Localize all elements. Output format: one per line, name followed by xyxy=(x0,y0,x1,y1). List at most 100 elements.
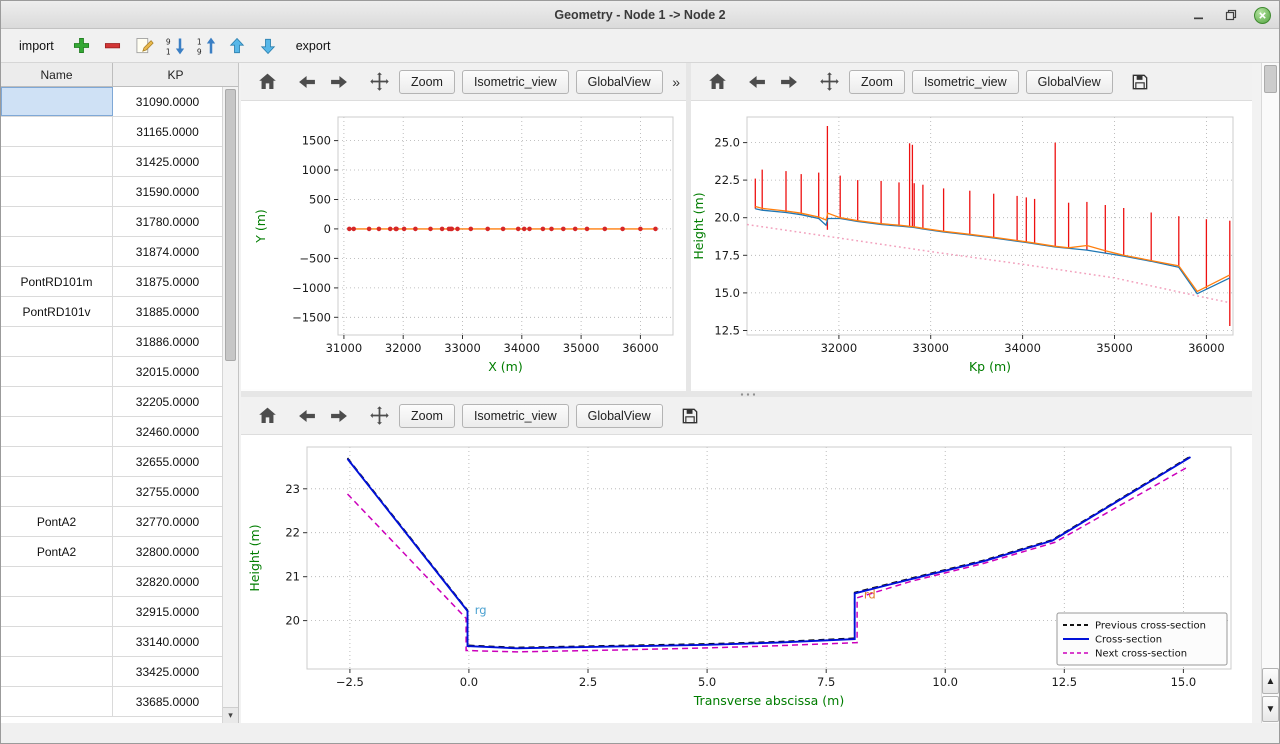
zoom-button[interactable]: Zoom xyxy=(399,70,455,94)
section-kp-cell[interactable]: 31425.0000 xyxy=(113,147,222,176)
global-view-button[interactable]: GlobalView xyxy=(576,404,663,428)
restore-button[interactable] xyxy=(1222,6,1240,24)
section-name-cell[interactable] xyxy=(1,387,113,416)
window-scrollbar-thumb[interactable] xyxy=(1264,65,1277,93)
table-row[interactable]: 32755.0000 xyxy=(1,477,222,507)
close-button[interactable] xyxy=(1254,7,1271,24)
section-kp-cell[interactable]: 32820.0000 xyxy=(113,567,222,596)
add-icon[interactable] xyxy=(71,35,93,57)
section-kp-cell[interactable]: 32015.0000 xyxy=(113,357,222,386)
table-row[interactable]: 33140.0000 xyxy=(1,627,222,657)
pan-icon[interactable] xyxy=(367,70,391,94)
section-kp-cell[interactable]: 33425.0000 xyxy=(113,657,222,686)
table-row[interactable]: 31886.0000 xyxy=(1,327,222,357)
table-row[interactable]: 33685.0000 xyxy=(1,687,222,717)
section-kp-cell[interactable]: 32205.0000 xyxy=(113,387,222,416)
move-down-icon[interactable] xyxy=(257,35,279,57)
table-row[interactable]: 32655.0000 xyxy=(1,447,222,477)
pan-icon[interactable] xyxy=(817,70,841,94)
zoom-button[interactable]: Zoom xyxy=(849,70,905,94)
zoom-button[interactable]: Zoom xyxy=(399,404,455,428)
scroll-up-button[interactable]: ▲ xyxy=(1262,668,1279,694)
forward-icon[interactable] xyxy=(327,70,351,94)
section-name-cell[interactable]: PontRD101m xyxy=(1,267,113,296)
section-kp-cell[interactable]: 31780.0000 xyxy=(113,207,222,236)
plan-chart[interactable]: 310003200033000340003500036000−1500−1000… xyxy=(241,101,686,389)
section-name-cell[interactable] xyxy=(1,87,113,116)
table-row[interactable]: 31780.0000 xyxy=(1,207,222,237)
section-name-cell[interactable] xyxy=(1,657,113,686)
table-row[interactable]: 32205.0000 xyxy=(1,387,222,417)
table-row[interactable]: PontRD101m31875.0000 xyxy=(1,267,222,297)
table-row[interactable]: 31165.0000 xyxy=(1,117,222,147)
section-name-cell[interactable]: PontRD101v xyxy=(1,297,113,326)
table-scrollbar[interactable]: ▾ xyxy=(222,87,238,723)
toolbar-overflow-chevron[interactable]: » xyxy=(672,74,680,90)
section-kp-cell[interactable]: 31885.0000 xyxy=(113,297,222,326)
table-row[interactable]: PontA232800.0000 xyxy=(1,537,222,567)
table-row[interactable]: 31425.0000 xyxy=(1,147,222,177)
section-kp-cell[interactable]: 32655.0000 xyxy=(113,447,222,476)
section-name-cell[interactable] xyxy=(1,627,113,656)
home-icon[interactable] xyxy=(705,70,729,94)
section-kp-cell[interactable]: 32460.0000 xyxy=(113,417,222,446)
section-name-cell[interactable] xyxy=(1,417,113,446)
section-kp-cell[interactable]: 31090.0000 xyxy=(113,87,222,116)
section-name-cell[interactable] xyxy=(1,327,113,356)
section-kp-cell[interactable]: 31886.0000 xyxy=(113,327,222,356)
section-name-cell[interactable] xyxy=(1,177,113,206)
titlebar[interactable]: Geometry - Node 1 -> Node 2 xyxy=(1,1,1279,29)
back-icon[interactable] xyxy=(745,70,769,94)
scroll-down-button[interactable]: ▼ xyxy=(1262,696,1279,722)
section-name-cell[interactable] xyxy=(1,477,113,506)
cross-section-chart[interactable]: −2.50.02.55.07.510.012.515.020212223Tran… xyxy=(241,435,1252,723)
minimize-button[interactable] xyxy=(1190,6,1208,24)
table-row[interactable]: 33425.0000 xyxy=(1,657,222,687)
window-scrollbar[interactable]: ▲ ▼ xyxy=(1261,63,1279,723)
isometric-view-button[interactable]: Isometric_view xyxy=(912,70,1019,94)
save-icon[interactable] xyxy=(678,404,702,428)
table-row[interactable]: PontRD101v31885.0000 xyxy=(1,297,222,327)
move-up-icon[interactable] xyxy=(226,35,248,57)
section-kp-cell[interactable]: 31165.0000 xyxy=(113,117,222,146)
global-view-button[interactable]: GlobalView xyxy=(1026,70,1113,94)
back-icon[interactable] xyxy=(295,404,319,428)
save-icon[interactable] xyxy=(1128,70,1152,94)
profile-chart[interactable]: 320003300034000350003600012.515.017.520.… xyxy=(691,101,1252,389)
section-name-cell[interactable] xyxy=(1,567,113,596)
isometric-view-button[interactable]: Isometric_view xyxy=(462,70,569,94)
table-scrollbar-thumb[interactable] xyxy=(225,89,236,361)
global-view-button[interactable]: GlobalView xyxy=(576,70,663,94)
remove-icon[interactable] xyxy=(102,35,124,57)
table-row[interactable]: 32015.0000 xyxy=(1,357,222,387)
table-row[interactable]: 32915.0000 xyxy=(1,597,222,627)
section-name-cell[interactable]: PontA2 xyxy=(1,507,113,536)
table-row[interactable]: PontA232770.0000 xyxy=(1,507,222,537)
section-kp-cell[interactable]: 32915.0000 xyxy=(113,597,222,626)
section-name-cell[interactable]: PontA2 xyxy=(1,537,113,566)
section-name-cell[interactable] xyxy=(1,357,113,386)
edit-icon[interactable] xyxy=(133,35,155,57)
import-button[interactable]: import xyxy=(11,35,62,57)
section-kp-cell[interactable]: 32800.0000 xyxy=(113,537,222,566)
isometric-view-button[interactable]: Isometric_view xyxy=(462,404,569,428)
section-kp-cell[interactable]: 32755.0000 xyxy=(113,477,222,506)
section-kp-cell[interactable]: 31875.0000 xyxy=(113,267,222,296)
section-kp-cell[interactable]: 31590.0000 xyxy=(113,177,222,206)
section-name-cell[interactable] xyxy=(1,687,113,716)
home-icon[interactable] xyxy=(255,404,279,428)
name-column-header[interactable]: Name xyxy=(1,63,113,86)
export-button[interactable]: export xyxy=(288,35,339,57)
table-row[interactable]: 32460.0000 xyxy=(1,417,222,447)
sort-descending-icon[interactable]: 91 xyxy=(164,35,186,57)
table-row[interactable]: 31090.0000 xyxy=(1,87,222,117)
section-name-cell[interactable] xyxy=(1,447,113,476)
section-kp-cell[interactable]: 31874.0000 xyxy=(113,237,222,266)
section-kp-cell[interactable]: 33140.0000 xyxy=(113,627,222,656)
forward-icon[interactable] xyxy=(777,70,801,94)
home-icon[interactable] xyxy=(255,70,279,94)
section-kp-cell[interactable]: 32770.0000 xyxy=(113,507,222,536)
kp-column-header[interactable]: KP xyxy=(113,63,238,86)
section-name-cell[interactable] xyxy=(1,147,113,176)
section-name-cell[interactable] xyxy=(1,597,113,626)
